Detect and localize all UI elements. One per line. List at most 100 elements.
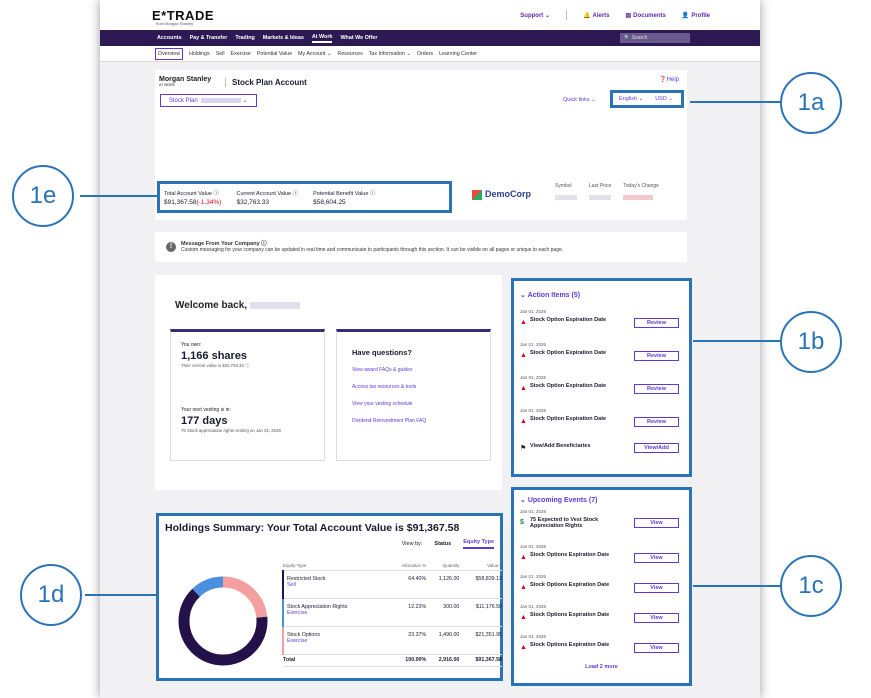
profile-link[interactable]: 👤 Profile [682, 12, 710, 19]
logo-subtitle: from Morgan Stanley [156, 21, 194, 26]
main-nav: Accounts Pay & Transfer Trading Markets … [100, 30, 760, 46]
drip-faq-link[interactable]: Dividend Reinvestment Plan FAQ [352, 418, 480, 424]
holdings-summary: Holdings Summary: Your Total Account Val… [156, 513, 503, 681]
equity-name-cell: Restricted Stock Sell [281, 570, 387, 599]
value-cell: $11,176.50 [459, 598, 502, 627]
total-account-value: Total Account Value ⓘ $91,367.58(-1.34%) [164, 189, 221, 206]
total-quantity: 2,916.00 [426, 654, 460, 667]
event-item: Jan 01, 2026 ▲ Stock Options Expiration Da… [520, 604, 683, 634]
event-date: Jan 01, 2026 [520, 604, 547, 609]
welcome-heading: Welcome back, [175, 300, 300, 311]
review-button[interactable]: Review [634, 384, 679, 394]
event-date: Jan 01, 2026 [520, 509, 547, 514]
action-items-header[interactable]: ⌄ Action Items (5) [520, 291, 683, 299]
dollar-icon: $ [520, 519, 524, 526]
warning-icon: ▲ [520, 584, 527, 591]
current-value-note: Their current value is $32,763.33 ⓘ [181, 363, 250, 368]
potential-label: Potential Benefit Value ⓘ [313, 191, 376, 197]
tab-exercise[interactable]: Exercise [231, 51, 251, 57]
view-button[interactable]: View [634, 643, 679, 653]
exercise-link[interactable]: Exercise [284, 638, 386, 644]
potential-benefit-value: Potential Benefit Value ⓘ $58,604.25 [313, 189, 376, 206]
current-label: Current Account Value ⓘ [236, 191, 299, 197]
item-date: Jan 01, 2026 [520, 342, 547, 347]
sell-link[interactable]: Sell [284, 582, 386, 588]
current-account-value: Current Account Value ⓘ $32,763.33 [236, 189, 299, 206]
item-date: Jan 01, 2026 [520, 375, 547, 380]
tab-potential-value[interactable]: Potential Value [257, 51, 292, 57]
questions-card: Have questions? View award FAQs & guides… [336, 329, 491, 461]
company-message: ! Message From Your Company ⓘ Custom mes… [155, 232, 687, 262]
nav-trading[interactable]: Trading [235, 35, 254, 41]
nav-accounts[interactable]: Accounts [157, 35, 182, 41]
todays-change-label: Today's Change [623, 183, 659, 189]
exercise-link[interactable]: Exercise [284, 610, 386, 616]
view-add-button[interactable]: View/Add [634, 443, 679, 453]
search-input[interactable]: 🔍 Search [620, 33, 690, 43]
tab-learning-center[interactable]: Learning Center [439, 51, 477, 57]
shares-count: 1,166 shares [181, 350, 248, 362]
view-button[interactable]: View [634, 518, 679, 528]
vesting-schedule-link[interactable]: View your vesting schedule [352, 401, 480, 407]
event-date: Jan 01, 2026 [520, 574, 547, 579]
review-button[interactable]: Review [634, 417, 679, 427]
event-label: 75 Expected to Vest Stock Appreciation R… [530, 517, 599, 529]
tab-my-account[interactable]: My Account ⌄ [298, 51, 331, 57]
stock-plan-dropdown[interactable]: Stock Plan ⌄ [160, 94, 257, 107]
view-button[interactable]: View [634, 583, 679, 593]
tax-resources-link[interactable]: Access tax resources & tools [352, 384, 480, 390]
tab-sell[interactable]: Sell [216, 51, 225, 57]
you-own-label: You own: [181, 342, 202, 348]
alerts-link[interactable]: 🔔 Alerts [583, 12, 610, 19]
last-price-label: Last Price [589, 183, 612, 189]
table-row: Stock Options Exercise 23.37% 1,490.00 $2… [281, 626, 502, 655]
faq-link[interactable]: View award FAQs & guides [352, 367, 480, 373]
allocation-cell: 64.40% [386, 570, 427, 599]
bell-icon: 🔔 [583, 12, 591, 19]
message-body: Custom messaging for your company can be… [181, 247, 564, 253]
tab-orders[interactable]: Orders [417, 51, 433, 57]
vesting-note: 75 Stock appreciation rights vesting on … [181, 428, 281, 433]
support-link[interactable]: Support ⌄ [520, 12, 550, 19]
currency-dropdown[interactable]: USD ⌄ [655, 96, 673, 102]
redacted-name [249, 301, 300, 309]
current-value: $32,763.33 [236, 199, 270, 206]
review-button[interactable]: Review [634, 351, 679, 361]
col-equity-type: Equity Type [283, 561, 387, 571]
help-link[interactable]: ❓Help [659, 76, 679, 83]
review-button[interactable]: Review [634, 318, 679, 328]
documents-link[interactable]: ▤ Documents [626, 12, 666, 19]
warning-icon: ▲ [520, 319, 527, 326]
status-tab[interactable]: Status [434, 541, 451, 547]
company-cube-icon [472, 189, 482, 200]
nav-markets-ideas[interactable]: Markets & Ideas [263, 35, 304, 41]
callout-1e: 1e [12, 165, 74, 227]
events-header[interactable]: ⌄ Upcoming Events (7) [520, 496, 683, 504]
view-button[interactable]: View [634, 613, 679, 623]
warning-icon: ▲ [520, 352, 527, 359]
tab-overview[interactable]: Overview [155, 47, 184, 60]
tab-holdings[interactable]: Holdings [189, 51, 210, 57]
quick-links-dropdown[interactable]: Quick links ⌄ [563, 97, 596, 103]
sub-nav: Overview Holdings Sell Exercise Potentia… [100, 46, 760, 62]
nav-what-we-offer[interactable]: What We Offer [340, 35, 377, 41]
table-row: Restricted Stock Sell 64.40% 1,126.00 $58… [281, 570, 502, 599]
language-dropdown[interactable]: English ⌄ [619, 96, 643, 102]
tab-tax-information[interactable]: Tax Information ⌄ [369, 51, 411, 57]
tab-resources[interactable]: Resources [337, 51, 362, 57]
allocation-donut-chart [178, 576, 268, 666]
events-title: Upcoming Events (7) [527, 497, 598, 504]
chevron-down-icon: ⌄ [520, 497, 526, 504]
event-item: Jan 01, 2026 ▲ Stock Options Expiration Da… [520, 574, 683, 604]
company-name: DemoCorp [485, 189, 532, 199]
equity-type-tab[interactable]: Equity Type [463, 539, 494, 549]
nav-at-work[interactable]: At Work [311, 34, 333, 43]
ms-logo-sub: AT WORK [159, 83, 176, 87]
view-button[interactable]: View [634, 553, 679, 563]
last-price-col: Last Price [589, 183, 611, 200]
load-more-link[interactable]: Load 2 more [520, 664, 683, 670]
help-icon: ❓ [659, 77, 667, 83]
nav-pay-transfer[interactable]: Pay & Transfer [190, 35, 228, 41]
plan-label: Stock Plan [169, 98, 198, 104]
info-icon: ! [166, 242, 176, 252]
